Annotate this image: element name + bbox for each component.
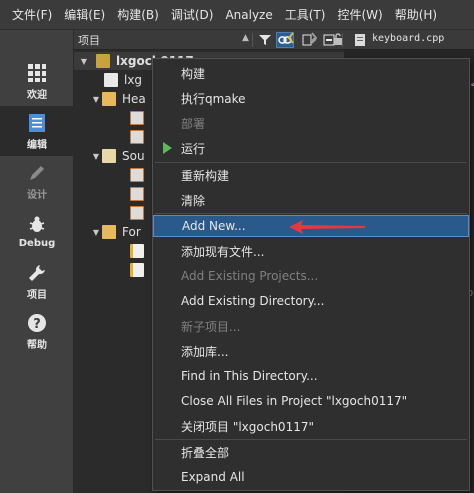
tree-row-source-file[interactable]	[130, 185, 150, 203]
chevron-down-icon[interactable]: ▼	[90, 95, 102, 104]
wrench-icon	[26, 262, 48, 284]
tree-row-source-file[interactable]	[130, 204, 150, 222]
tree-row-headers[interactable]: ▼ Hea	[90, 90, 146, 108]
headers-folder-name: Hea	[122, 92, 146, 106]
source-file-icon	[130, 168, 144, 182]
forms-folder-icon	[102, 225, 116, 239]
filter-icon[interactable]	[256, 32, 274, 48]
header-folder-icon	[102, 92, 116, 106]
sources-folder-name: Sou	[122, 149, 145, 163]
mode-design[interactable]: 设计	[0, 156, 74, 206]
menu-item-add-existing-directory[interactable]: Add Existing Directory...	[153, 290, 469, 312]
tree-row-sources[interactable]: ▼ Sou	[90, 147, 145, 165]
mode-label-design: 设计	[27, 189, 47, 201]
forms-folder-name: For	[122, 225, 141, 239]
mode-sidebar: 欢迎 编辑 设计 Debug 项目 ? 帮助	[0, 30, 74, 493]
menu-widgets[interactable]: 控件(W)	[331, 6, 388, 23]
mode-label-edit: 编辑	[27, 139, 47, 151]
chevron-down-icon[interactable]: ▼	[78, 57, 90, 66]
tree-row-source-file[interactable]	[130, 166, 150, 184]
menu-item-expand-all[interactable]: Expand All	[153, 466, 469, 488]
svg-text:?: ?	[33, 317, 41, 332]
menu-item-new-subproject: 新子项目...	[181, 319, 241, 334]
annotation-arrow-icon	[289, 220, 365, 234]
back-icon[interactable]	[286, 31, 296, 47]
pro-file-name: lxg	[124, 73, 143, 87]
run-icon	[163, 142, 172, 154]
open-file-name[interactable]: keyboard.cpp	[372, 33, 444, 44]
mode-label-debug: Debug	[18, 237, 56, 249]
toolbar-divider	[252, 33, 253, 47]
view-selector[interactable]: 项目	[78, 32, 100, 48]
tree-row-header-file[interactable]	[130, 128, 150, 146]
mode-label-help: 帮助	[27, 339, 47, 351]
project-folder-icon	[96, 54, 110, 68]
chevron-down-icon[interactable]: ▲	[242, 33, 249, 43]
menu-separator	[155, 162, 467, 163]
menu-item-collapse-all[interactable]: 折叠全部	[153, 441, 469, 463]
menu-edit[interactable]: 编辑(E)	[58, 6, 111, 23]
menu-item-add-existing-projects: Add Existing Projects...	[181, 269, 319, 283]
lock-icon[interactable]	[332, 32, 344, 49]
mode-edit[interactable]: 编辑	[0, 106, 74, 156]
mode-welcome[interactable]: 欢迎	[0, 56, 74, 106]
header-file-icon	[130, 130, 144, 144]
mode-projects[interactable]: 项目	[0, 256, 74, 306]
chevron-down-icon[interactable]: ▼	[90, 228, 102, 237]
mode-label-welcome: 欢迎	[27, 89, 47, 101]
menu-item-clean[interactable]: 清除	[153, 189, 469, 211]
menu-item-add-library[interactable]: 添加库...	[153, 340, 469, 362]
grid-icon	[26, 62, 48, 84]
menu-item-close-all-files[interactable]: Close All Files in Project "lxgoch0117"	[153, 390, 469, 412]
form-file-icon	[130, 263, 144, 277]
menu-item-run-label: 运行	[181, 141, 206, 156]
pro-file-icon	[104, 73, 118, 87]
project-context-menu: 构建 执行qmake 部署 运行 重新构建 清除 Add New... 添加现有…	[152, 58, 470, 491]
menu-file[interactable]: 文件(F)	[0, 6, 58, 23]
menu-item-add-existing-files[interactable]: 添加现有文件...	[153, 240, 469, 262]
menu-item-close-project[interactable]: 关闭项目 "lxgoch0117"	[153, 415, 469, 437]
header-file-icon	[130, 111, 144, 125]
menu-debug[interactable]: 调试(D)	[165, 6, 220, 23]
menu-item-find-in-directory[interactable]: Find in This Directory...	[153, 365, 469, 387]
menu-tools[interactable]: 工具(T)	[279, 6, 332, 23]
forward-icon[interactable]	[309, 31, 319, 47]
help-icon: ?	[26, 312, 48, 334]
mode-help[interactable]: ? 帮助	[0, 306, 74, 356]
edit-document-icon	[26, 112, 48, 134]
tree-row-form-file[interactable]	[130, 261, 150, 279]
menu-item-rebuild[interactable]: 重新构建	[153, 164, 469, 186]
chevron-down-icon[interactable]: ▼	[90, 152, 102, 161]
form-file-icon	[130, 244, 144, 258]
mode-label-projects: 项目	[27, 289, 47, 301]
file-icon	[354, 33, 366, 50]
menu-item-run-qmake[interactable]: 执行qmake	[153, 87, 469, 109]
tree-row-pro-file[interactable]: lxg	[104, 71, 142, 89]
menu-build[interactable]: 构建(B)	[111, 6, 165, 23]
tree-row-forms[interactable]: ▼ For	[90, 223, 141, 241]
source-file-icon	[130, 187, 144, 201]
menu-analyze[interactable]: Analyze	[219, 8, 278, 22]
menu-item-run[interactable]: 运行	[153, 137, 469, 159]
menu-separator	[155, 213, 467, 214]
bug-icon	[26, 214, 48, 236]
project-toolbar: 项目 ▲ ‹ keyboard.cpp	[74, 30, 474, 50]
source-folder-icon	[102, 149, 116, 163]
mode-debug[interactable]: Debug	[0, 206, 74, 256]
menu-help[interactable]: 帮助(H)	[389, 6, 443, 23]
menu-separator	[155, 439, 467, 440]
tree-row-header-file[interactable]	[130, 109, 150, 127]
tree-row-form-file[interactable]	[130, 242, 150, 260]
menu-item-deploy: 部署	[181, 116, 206, 131]
menu-item-build[interactable]: 构建	[153, 62, 469, 84]
menu-bar: 文件(F) 编辑(E) 构建(B) 调试(D) Analyze 工具(T) 控件…	[0, 0, 474, 30]
pencil-icon	[26, 162, 48, 184]
source-file-icon	[130, 206, 144, 220]
